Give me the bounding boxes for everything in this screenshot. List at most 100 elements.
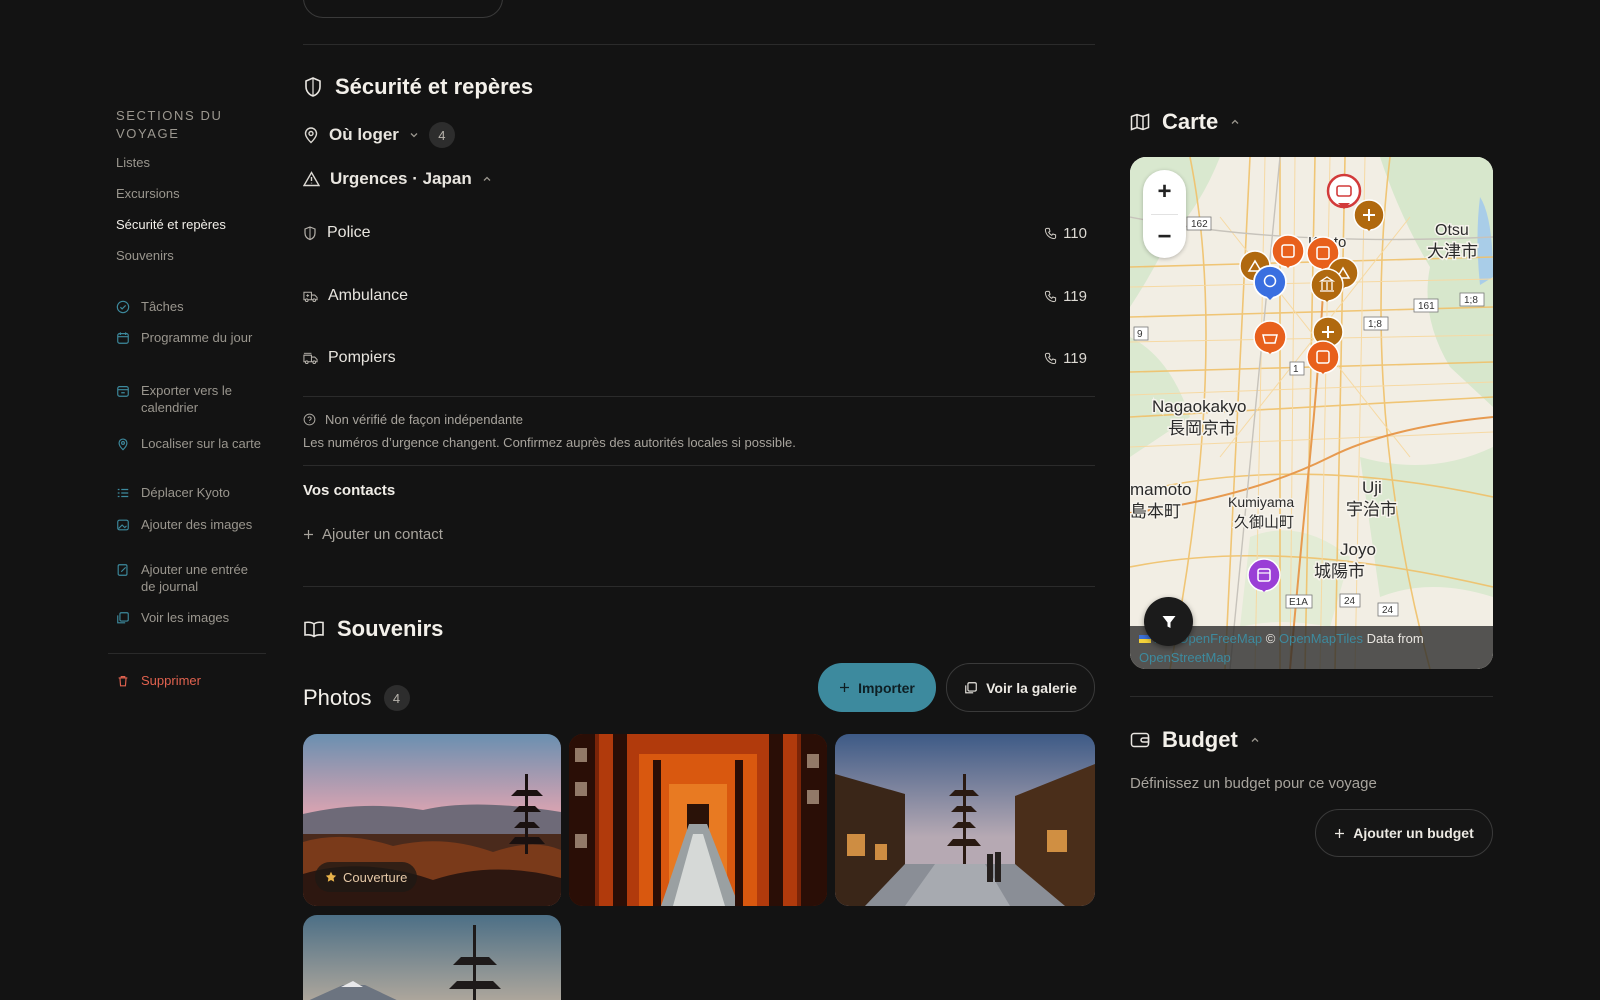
plus-icon <box>1335 828 1345 838</box>
marker-museum[interactable] <box>1310 268 1344 302</box>
sidebar-action-programme[interactable]: Programme du jour <box>116 329 266 346</box>
add-contact-button[interactable]: Ajouter un contact <box>303 526 443 543</box>
pompiers-number[interactable]: 119 <box>1044 350 1087 367</box>
top-pill-button[interactable] <box>303 0 503 18</box>
cover-label: Couverture <box>343 869 408 885</box>
sidebar-action-label: Ajouter des images <box>141 517 253 532</box>
phone-icon <box>1044 352 1057 365</box>
marker-shop[interactable] <box>1253 320 1287 354</box>
attribution-data: Data from <box>1363 631 1424 646</box>
map-label-shimamoto: mamoto <box>1130 480 1191 499</box>
disclaimer-title-text: Non vérifié de façon indépendante <box>325 412 524 427</box>
sidebar-action-label: Ajouter une entrée de journal <box>141 562 248 594</box>
emergency-row-label: Ambulance <box>328 287 409 304</box>
phone-number: 119 <box>1063 288 1087 305</box>
route-shield: 1 <box>1293 364 1299 375</box>
map-view[interactable]: 162 161 1;8 1;8 9 1 24 24 E1A Kyoto Otsu… <box>1130 157 1493 669</box>
calendar-export-icon <box>117 386 129 397</box>
import-button[interactable]: Importer <box>818 663 936 712</box>
emergency-row-ambulance: Ambulance <box>303 287 408 305</box>
add-budget-label: Ajouter un budget <box>1353 825 1474 841</box>
sidebar-action-ajouter-images[interactable]: Ajouter des images <box>116 516 266 533</box>
sidebar-link-listes[interactable]: Listes <box>116 155 150 170</box>
route-shield: 24 <box>1382 605 1394 616</box>
sidebar-link-securite[interactable]: Sécurité et repères <box>116 217 226 232</box>
map-section-title[interactable]: Carte <box>1130 109 1240 135</box>
map-label-kumiyama: Kumiyama <box>1228 494 1294 510</box>
sidebar-title: SECTIONS DU VOYAGE <box>116 108 223 141</box>
photos-title: Photos <box>303 685 372 710</box>
attribution-copy: © <box>1262 631 1279 646</box>
marker-food-3[interactable] <box>1306 340 1340 374</box>
reorder-icon <box>117 488 129 498</box>
view-gallery-button[interactable]: Voir la galerie <box>946 663 1095 712</box>
view-gallery-label: Voir la galerie <box>986 679 1077 696</box>
map-pin-icon <box>304 127 318 144</box>
calendar-icon <box>117 332 129 344</box>
marker-medical[interactable] <box>1353 199 1385 231</box>
divider <box>1130 696 1493 697</box>
photo-pagoda-fuji[interactable] <box>303 915 561 1000</box>
map-label-nagaokakyo-jp: 長岡京市 <box>1168 419 1236 439</box>
chevron-up-icon <box>1251 737 1259 742</box>
ambulance-number[interactable]: 119 <box>1044 288 1087 305</box>
shield-icon <box>305 77 321 97</box>
map-label-otsu-jp: 大津市 <box>1427 242 1478 262</box>
delete-label: Supprimer <box>141 673 201 688</box>
emergency-row-pompiers: Pompiers <box>303 349 396 367</box>
marker-food-1[interactable] <box>1271 234 1305 268</box>
ambulance-icon <box>303 291 318 303</box>
sidebar-action-voir-images[interactable]: Voir les images <box>116 609 266 626</box>
check-circle-icon <box>116 300 130 314</box>
souvenirs-section-title: Souvenirs <box>303 616 443 642</box>
chevron-down-icon <box>410 133 418 138</box>
safety-section-title: Sécurité et repères <box>303 74 533 100</box>
openfreemap-link[interactable]: OpenFreeMap <box>1178 631 1262 646</box>
help-circle-icon <box>303 413 316 426</box>
sidebar-action-label: Exporter vers le calendrier <box>141 383 233 415</box>
safety-title-text: Sécurité et repères <box>335 74 534 99</box>
map-label-otsu: Otsu <box>1435 222 1469 239</box>
emergency-row-label: Police <box>327 224 371 241</box>
sidebar-link-excursions[interactable]: Excursions <box>116 186 180 201</box>
chevron-up-icon <box>1231 119 1239 124</box>
add-budget-button[interactable]: Ajouter un budget <box>1315 809 1493 857</box>
budget-description: Définissez un budget pour ce voyage <box>1130 775 1377 792</box>
sidebar-link-souvenirs[interactable]: Souvenirs <box>116 248 174 263</box>
delete-button[interactable]: Supprimer <box>116 672 266 689</box>
divider <box>303 465 1095 466</box>
openmaptiles-link[interactable]: OpenMapTiles <box>1279 631 1363 646</box>
police-number[interactable]: 110 <box>1044 225 1087 242</box>
sidebar-action-exporter[interactable]: Exporter vers le calendrier <box>116 382 266 416</box>
journal-edit-icon <box>117 564 128 576</box>
openstreetmap-link[interactable]: OpenStreetMap <box>1139 650 1231 665</box>
sidebar-action-deplacer[interactable]: Déplacer Kyoto <box>116 484 266 501</box>
photos-header: Photos 4 <box>303 685 410 711</box>
section-divider <box>303 44 1095 45</box>
marker-event[interactable] <box>1247 558 1281 592</box>
sidebar-action-taches[interactable]: Tâches <box>116 298 266 315</box>
sidebar-action-localiser[interactable]: Localiser sur la carte <box>116 435 266 452</box>
emergency-toggle[interactable]: Urgences · Japan <box>303 169 492 189</box>
zoom-in-button[interactable]: + <box>1143 170 1186 214</box>
map-label-joyo-jp: 城陽市 <box>1314 562 1365 582</box>
emergency-label: Urgences · Japan <box>330 169 472 188</box>
budget-section-title[interactable]: Budget <box>1130 727 1260 753</box>
zoom-out-button[interactable]: − <box>1143 215 1186 258</box>
photos-count: 4 <box>383 685 410 711</box>
phone-icon <box>1044 290 1057 303</box>
image-add-icon <box>117 519 129 531</box>
photo-torii-gates[interactable] <box>569 734 827 906</box>
add-contact-label: Ajouter un contact <box>322 526 443 543</box>
plus-icon <box>840 683 850 692</box>
route-shield: 24 <box>1344 596 1356 607</box>
where-to-stay-toggle[interactable]: Où loger 4 <box>303 122 455 148</box>
photo-yasaka-street[interactable] <box>835 734 1095 906</box>
sidebar-action-label: Voir les images <box>141 610 230 625</box>
sidebar-action-journal[interactable]: Ajouter une entrée de journal <box>116 561 266 595</box>
sidebar-action-label: Programme du jour <box>141 330 253 345</box>
map-filter-button[interactable] <box>1144 597 1193 646</box>
map-label-uji: Uji <box>1362 478 1382 497</box>
map-label-uji-jp: 宇治市 <box>1346 500 1397 520</box>
route-shield: E1A <box>1289 597 1308 608</box>
